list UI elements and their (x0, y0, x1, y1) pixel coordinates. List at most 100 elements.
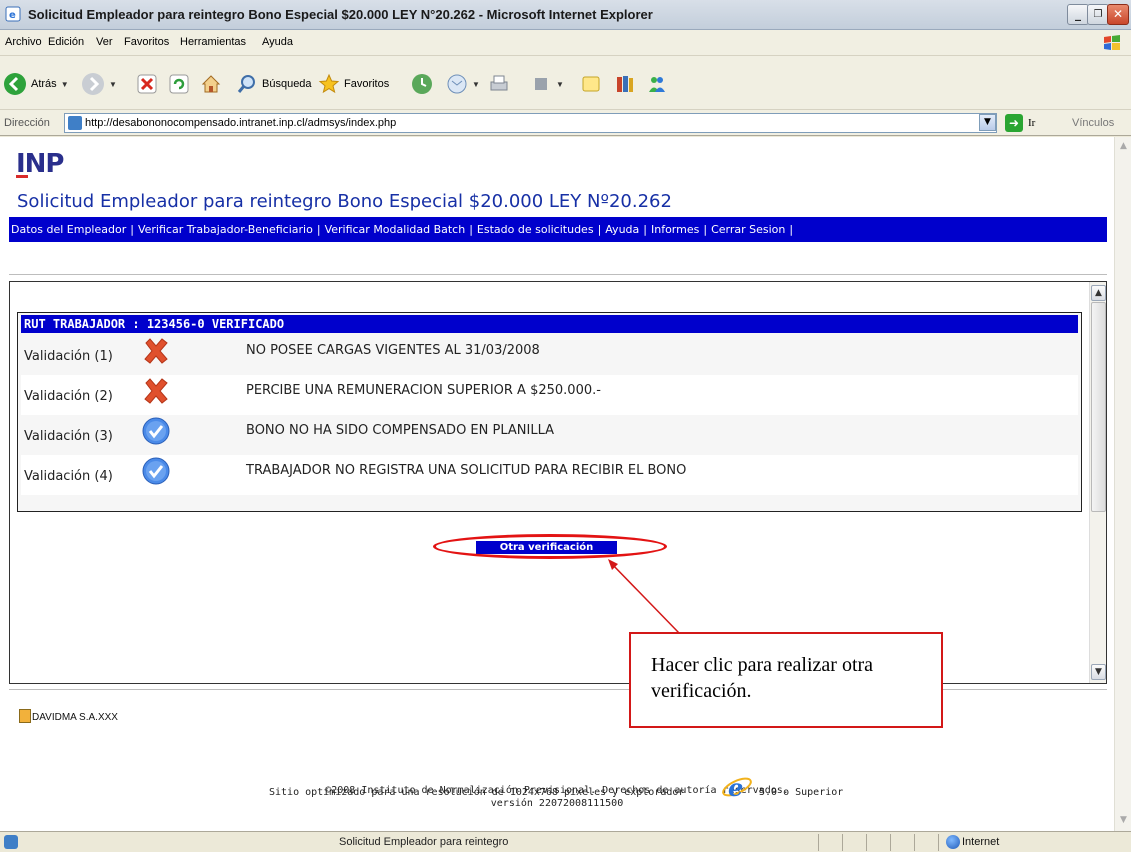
divider (9, 274, 1107, 275)
menu-herramientas[interactable]: Herramientas (180, 36, 246, 48)
menu-ayuda[interactable]: Ayuda (262, 36, 293, 48)
status-divider (818, 834, 819, 851)
nav-ayuda[interactable]: Ayuda (605, 223, 639, 236)
menu-edicion[interactable]: Edición (48, 36, 84, 48)
ie-page-icon: e (5, 6, 21, 22)
window-title-bar[interactable]: e Solicitud Empleador para reintegro Bon… (0, 0, 1131, 30)
main-nav: Datos del Empleador | Verificar Trabajador… (9, 217, 1107, 242)
address-label: Dirección (4, 117, 50, 129)
search-button[interactable]: Búsqueda (236, 70, 312, 98)
validation-text: BONO NO HA SIDO COMPENSADO EN PLANILLA (246, 423, 555, 438)
close-button[interactable]: ✕ (1107, 4, 1129, 25)
check-icon (142, 457, 170, 485)
mail-button[interactable]: ▼ (446, 70, 480, 98)
frame-scrollbar[interactable]: ▲ ▼ (1089, 282, 1106, 683)
browser-scrollbar[interactable]: ▲ ▼ (1114, 137, 1131, 831)
validation-row: Validación (4) TRABAJADOR NO REGISTRA UN… (21, 455, 1078, 495)
messenger-icon (649, 77, 665, 92)
version-text: versión 22072008111500 (490, 798, 624, 809)
verification-frame: ▲ ▼ RUT TRABAJADOR : 123456-0 VERIFICADO… (9, 281, 1107, 684)
forward-arrow-icon (82, 73, 104, 95)
discuss-button[interactable] (580, 70, 602, 98)
validation-row: Validación (2) PERCIBE UNA REMUNERACION … (21, 375, 1078, 415)
validation-label: Validación (1) (24, 349, 113, 364)
refresh-icon (169, 74, 189, 94)
toolbar: Atrás ▼ ▼ Búsqueda Favoritos ▼ ▼ (0, 56, 1131, 110)
menu-archivo[interactable]: Archivo (5, 36, 42, 48)
status-divider (890, 834, 891, 851)
nav-cerrar-sesion[interactable]: Cerrar Sesion (711, 223, 785, 236)
verification-table: RUT TRABAJADOR : 123456-0 VERIFICADO Val… (17, 312, 1082, 512)
status-divider (866, 834, 867, 851)
user-info: DAVIDMA S.A.XXX (19, 709, 118, 723)
edit-dropdown-icon[interactable]: ▼ (556, 80, 564, 89)
stop-button[interactable] (136, 70, 158, 98)
menu-favoritos[interactable]: Favoritos (124, 36, 169, 48)
favorites-button[interactable]: Favoritos (318, 70, 389, 98)
menu-ver[interactable]: Ver (96, 36, 113, 48)
search-icon (237, 75, 255, 93)
page-status-icon (4, 835, 18, 849)
validation-label: Validación (4) (24, 469, 113, 484)
scroll-up-icon[interactable]: ▲ (1116, 139, 1131, 154)
messenger-button[interactable] (646, 70, 668, 98)
back-dropdown-icon[interactable]: ▼ (61, 80, 69, 89)
validation-label: Validación (2) (24, 389, 113, 404)
home-button[interactable] (200, 70, 222, 98)
scroll-down-icon[interactable]: ▼ (1091, 664, 1106, 680)
maximize-button[interactable]: ❐ (1087, 4, 1109, 25)
nav-informes[interactable]: Informes (651, 223, 699, 236)
fail-x-icon (144, 378, 168, 404)
validation-text: PERCIBE UNA REMUNERACION SUPERIOR A $250… (246, 383, 601, 398)
instruction-callout: Hacer clic para realizar otra verificaci… (629, 632, 943, 728)
edit-button[interactable]: ▼ (530, 70, 564, 98)
address-input[interactable]: http://desabononocompensado.intranet.inp… (64, 113, 997, 133)
status-divider (914, 834, 915, 851)
go-arrow-icon[interactable]: ➜ (1005, 114, 1023, 132)
user-icon (19, 709, 31, 723)
callout-arrow (608, 559, 681, 635)
books-icon (617, 76, 633, 92)
print-button[interactable] (488, 70, 510, 98)
validation-row: Validación (3) BONO NO HA SIDO COMPENSAD… (21, 415, 1078, 455)
scroll-thumb[interactable] (1091, 302, 1106, 512)
logo-accent (16, 175, 28, 178)
validation-row: Validación (1) NO POSEE CARGAS VIGENTES … (21, 335, 1078, 375)
go-button[interactable]: Ir (1028, 117, 1035, 129)
address-bar: Dirección http://desabononocompensado.in… (0, 110, 1131, 136)
back-label: Atrás (31, 78, 57, 90)
validation-text: TRABAJADOR NO REGISTRA UNA SOLICITUD PAR… (246, 463, 687, 478)
status-message: Solicitud Empleador para reintegro (339, 836, 509, 848)
callout-text: Hacer clic para realizar otra verificaci… (651, 654, 874, 702)
back-button[interactable]: Atrás ▼ (3, 70, 69, 98)
nav-verificar-batch[interactable]: Verificar Modalidad Batch (325, 223, 466, 236)
menu-bar: Archivo Edición Ver Favoritos Herramient… (0, 30, 1131, 56)
note-icon (582, 76, 600, 92)
refresh-button[interactable] (168, 70, 190, 98)
validation-label: Validación (3) (24, 429, 113, 444)
address-url: http://desabononocompensado.intranet.inp… (85, 117, 397, 129)
page-title: Solicitud Empleador para reintegro Bono … (17, 191, 672, 212)
fail-x-icon (144, 338, 168, 364)
window-title: Solicitud Empleador para reintegro Bono … (28, 7, 653, 22)
user-name: DAVIDMA S.A.XXX (32, 712, 118, 723)
status-divider (938, 834, 939, 851)
internet-zone-icon (946, 835, 960, 849)
scroll-down-icon[interactable]: ▼ (1116, 813, 1131, 828)
history-button[interactable] (410, 70, 434, 98)
scroll-up-icon[interactable]: ▲ (1091, 285, 1106, 301)
nav-datos-empleador[interactable]: Datos del Empleador (11, 223, 126, 236)
mail-dropdown-icon[interactable]: ▼ (472, 80, 480, 89)
forward-button[interactable]: ▼ (81, 70, 117, 98)
status-bar: Solicitud Empleador para reintegro Inter… (0, 831, 1131, 852)
print-icon (490, 75, 508, 91)
research-button[interactable] (614, 70, 636, 98)
page-content: INP Solicitud Empleador para reintegro B… (0, 137, 1114, 831)
address-dropdown-icon[interactable]: ▼ (979, 114, 996, 131)
status-divider (842, 834, 843, 851)
minimize-button[interactable]: _ (1067, 4, 1089, 25)
forward-dropdown-icon[interactable]: ▼ (109, 80, 117, 89)
nav-estado-solicitudes[interactable]: Estado de solicitudes (477, 223, 594, 236)
nav-verificar-trabajador[interactable]: Verificar Trabajador-Beneficiario (138, 223, 313, 236)
links-button[interactable]: Vínculos (1072, 117, 1114, 129)
